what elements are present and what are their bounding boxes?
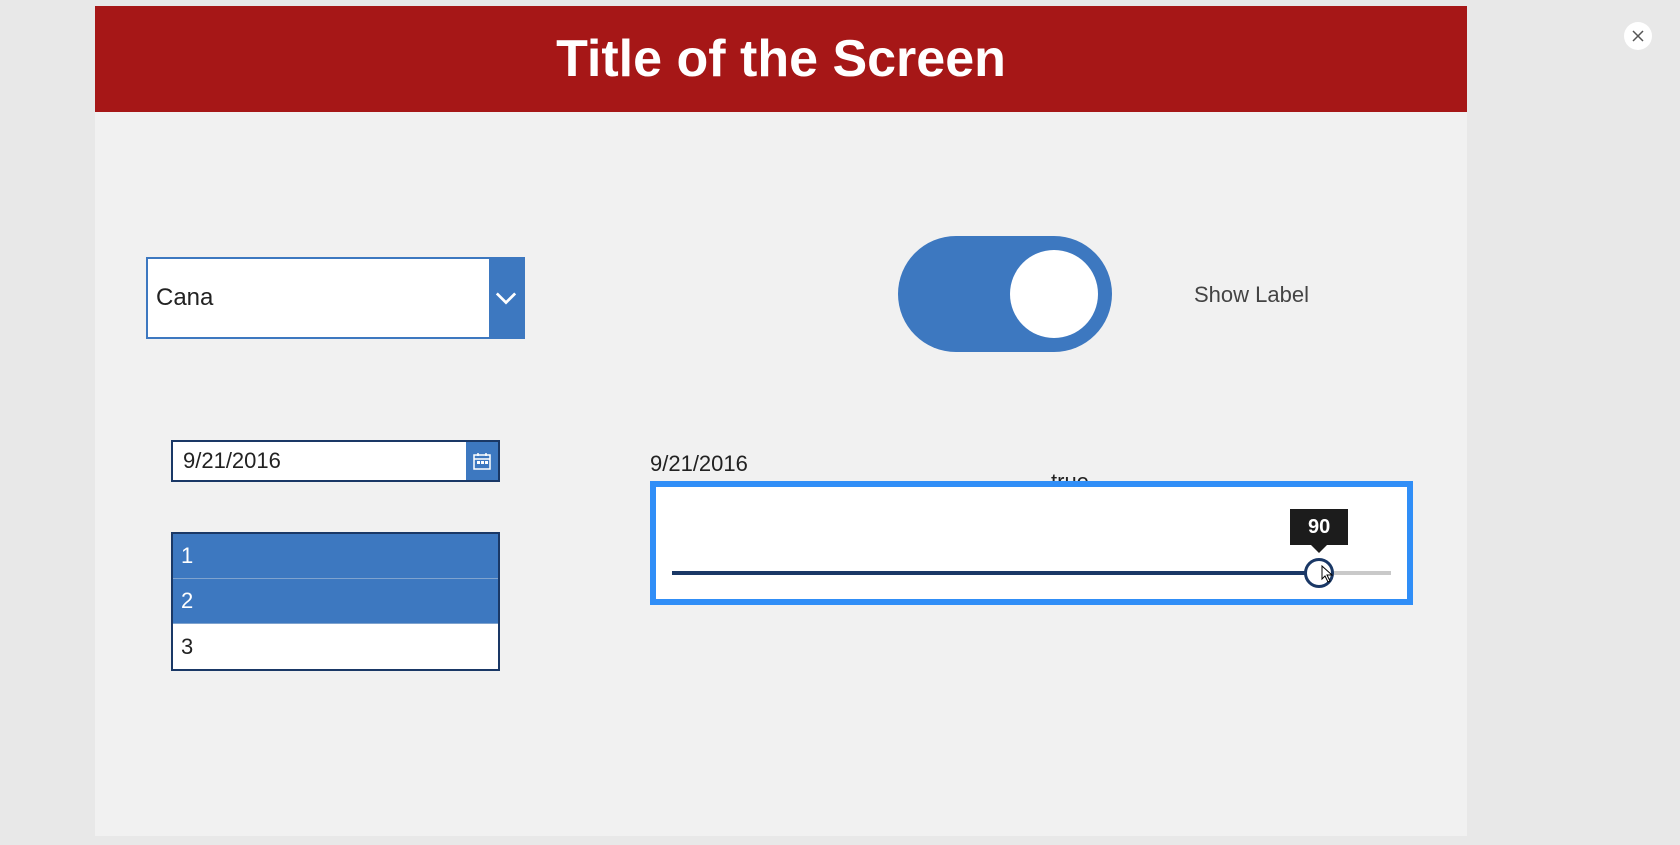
list-item[interactable]: 1	[173, 534, 498, 579]
slider-tooltip: 90	[1290, 509, 1348, 545]
screen-title: Title of the Screen	[556, 29, 1006, 89]
calendar-icon[interactable]	[466, 442, 498, 480]
slider-tooltip-value: 90	[1308, 516, 1330, 539]
toggle-thumb	[1010, 250, 1098, 338]
slider-fill	[672, 571, 1319, 575]
combobox-value: Cana	[156, 284, 213, 312]
date-picker-value: 9/21/2016	[173, 448, 466, 474]
date-picker[interactable]: 9/21/2016	[171, 440, 500, 482]
chevron-down-icon[interactable]	[489, 259, 523, 337]
date-display-label: 9/21/2016	[650, 451, 748, 477]
list-item[interactable]: 2	[173, 579, 498, 624]
listbox[interactable]: 1 2 3	[171, 532, 500, 671]
slider-container[interactable]: 90	[650, 481, 1413, 605]
slider-thumb[interactable]	[1304, 558, 1334, 588]
combobox[interactable]: Cana	[146, 257, 525, 339]
close-icon	[1632, 30, 1644, 42]
close-button[interactable]	[1624, 22, 1652, 50]
list-item[interactable]: 3	[173, 624, 498, 669]
toggle-switch[interactable]	[898, 236, 1112, 352]
screen-canvas: Title of the Screen Cana Show Label 9/21…	[95, 6, 1467, 836]
toggle-label: Show Label	[1194, 282, 1309, 308]
header-bar: Title of the Screen	[95, 6, 1467, 112]
